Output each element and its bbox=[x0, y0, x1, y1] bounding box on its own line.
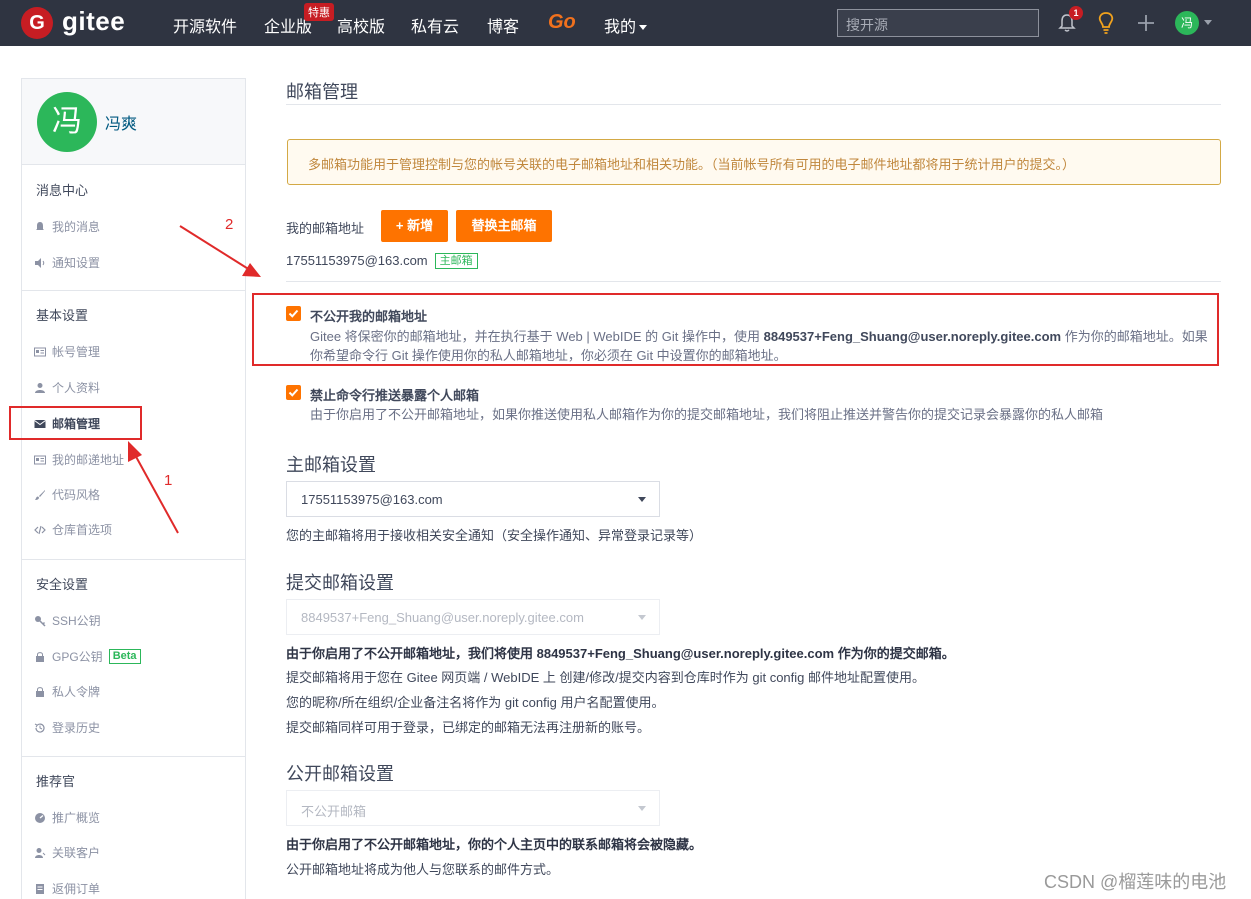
annotation-arrow-2 bbox=[179, 225, 261, 277]
annotation-number-2: 2 bbox=[225, 216, 234, 233]
annotation-arrows bbox=[128, 225, 261, 534]
annotation-number-1: 1 bbox=[164, 472, 173, 489]
watermark: CSDN @榴莲味的电池 bbox=[1044, 872, 1227, 892]
